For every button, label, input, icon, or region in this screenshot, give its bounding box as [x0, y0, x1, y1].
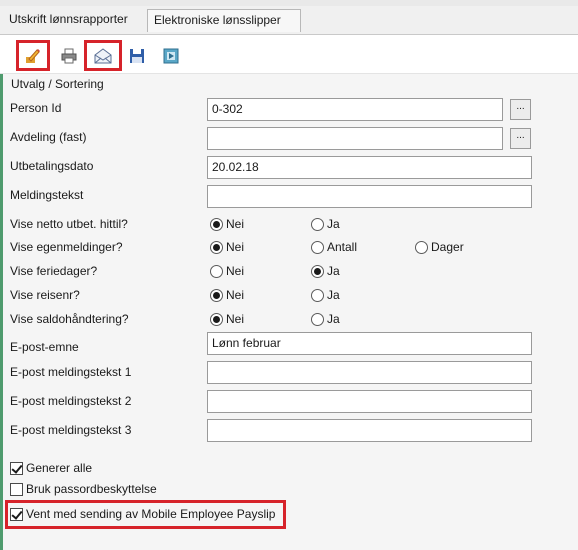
feriedager-option-ja[interactable]: Ja: [311, 264, 340, 278]
radio-selected[interactable]: [210, 240, 223, 254]
reisenr-label: Vise reisenr?: [10, 288, 80, 302]
option-label: Antall: [327, 240, 358, 254]
radio-unselected[interactable]: [415, 240, 428, 254]
checkbox-checked[interactable]: [10, 507, 23, 521]
option-label: Nei: [226, 264, 245, 278]
option-label: Ja: [327, 288, 340, 302]
option-label: Dager: [431, 240, 464, 254]
email-envelope-icon: [94, 47, 112, 63]
checkbox-unchecked[interactable]: [10, 482, 23, 496]
export-button[interactable]: [154, 40, 188, 71]
radio-unselected[interactable]: [311, 217, 324, 231]
save-disk-icon: [130, 48, 144, 63]
saldo-label: Vise saldohåndtering?: [10, 312, 129, 326]
reisenr-option-ja[interactable]: Ja: [311, 288, 340, 302]
radio-unselected[interactable]: [210, 264, 223, 278]
radio-unselected[interactable]: [311, 312, 324, 326]
print-icon: [61, 48, 77, 63]
netto-option-nei[interactable]: Nei: [210, 217, 244, 231]
person-id-label: Person Id: [10, 101, 62, 115]
option-label: Nei: [226, 217, 245, 231]
egenmeldinger-label: Vise egenmeldinger?: [10, 240, 123, 254]
tab-utskrift-lonnsrapporter[interactable]: Utskrift lønnsrapporter: [3, 9, 134, 32]
save-button[interactable]: [120, 40, 154, 71]
section-title: Utvalg / Sortering: [11, 77, 104, 91]
option-label: Nei: [226, 240, 245, 254]
egenmeldinger-option-antall[interactable]: Antall: [311, 240, 357, 254]
egenmeldinger-option-dager[interactable]: Dager: [415, 240, 464, 254]
tab-bar: Utskrift lønnsrapporter Elektroniske løn…: [0, 6, 578, 35]
epost-tekst2-input[interactable]: [207, 390, 532, 413]
person-id-input[interactable]: 0-302: [207, 98, 503, 121]
feriedager-option-nei[interactable]: Nei: [210, 264, 244, 278]
send-email-button[interactable]: [84, 40, 122, 71]
avdeling-input[interactable]: [207, 127, 503, 150]
person-id-lookup-button[interactable]: ...: [510, 99, 531, 120]
option-label: Ja: [327, 264, 340, 278]
radio-selected[interactable]: [210, 312, 223, 326]
feriedager-label: Vise feriedager?: [10, 264, 98, 278]
epost-tekst1-label: E-post meldingstekst 1: [10, 365, 132, 379]
netto-label: Vise netto utbet. hittil?: [10, 217, 128, 231]
option-label: Nei: [226, 288, 245, 302]
netto-option-ja[interactable]: Ja: [311, 217, 340, 231]
avdeling-lookup-button[interactable]: ...: [510, 128, 531, 149]
utbetalingsdato-input[interactable]: 20.02.18: [207, 156, 532, 179]
toolbar: [0, 36, 578, 74]
checkbox-checked[interactable]: [10, 461, 23, 475]
edit-pencil-icon: [26, 48, 40, 63]
egenmeldinger-option-nei[interactable]: Nei: [210, 240, 244, 254]
epost-tekst2-label: E-post meldingstekst 2: [10, 394, 132, 408]
saldo-option-nei[interactable]: Nei: [210, 312, 244, 326]
avdeling-label: Avdeling (fast): [10, 130, 87, 144]
option-label: Ja: [327, 312, 340, 326]
checkbox-label: Bruk passordbeskyttelse: [26, 482, 157, 496]
generer-alle-checkbox-row[interactable]: Generer alle: [10, 461, 92, 475]
meldingstekst-label: Meldingstekst: [10, 188, 84, 202]
edit-button[interactable]: [16, 40, 50, 71]
passord-checkbox-row[interactable]: Bruk passordbeskyttelse: [10, 482, 157, 496]
option-label: Nei: [226, 312, 245, 326]
meldingstekst-input[interactable]: [207, 185, 532, 208]
utbetalingsdato-label: Utbetalingsdato: [10, 159, 94, 173]
epost-emne-label: E-post-emne: [10, 340, 79, 354]
radio-unselected[interactable]: [311, 240, 324, 254]
radio-selected[interactable]: [210, 288, 223, 302]
checkbox-label: Generer alle: [26, 461, 93, 475]
saldo-option-ja[interactable]: Ja: [311, 312, 340, 326]
epost-tekst1-input[interactable]: [207, 361, 532, 384]
radio-selected[interactable]: [210, 217, 223, 231]
epost-emne-input[interactable]: Lønn februar: [207, 332, 532, 355]
tab-elektroniske-lonsslipper[interactable]: Elektroniske lønsslipper: [147, 9, 301, 32]
epost-tekst3-label: E-post meldingstekst 3: [10, 423, 132, 437]
radio-unselected[interactable]: [311, 288, 324, 302]
checkbox-label: Vent med sending av Mobile Employee Pays…: [26, 507, 276, 521]
reisenr-option-nei[interactable]: Nei: [210, 288, 244, 302]
export-icon: [163, 48, 179, 63]
option-label: Ja: [327, 217, 340, 231]
epost-tekst3-input[interactable]: [207, 419, 532, 442]
radio-selected[interactable]: [311, 264, 324, 278]
print-button[interactable]: [52, 40, 86, 71]
vent-checkbox-row[interactable]: Vent med sending av Mobile Employee Pays…: [10, 507, 275, 521]
